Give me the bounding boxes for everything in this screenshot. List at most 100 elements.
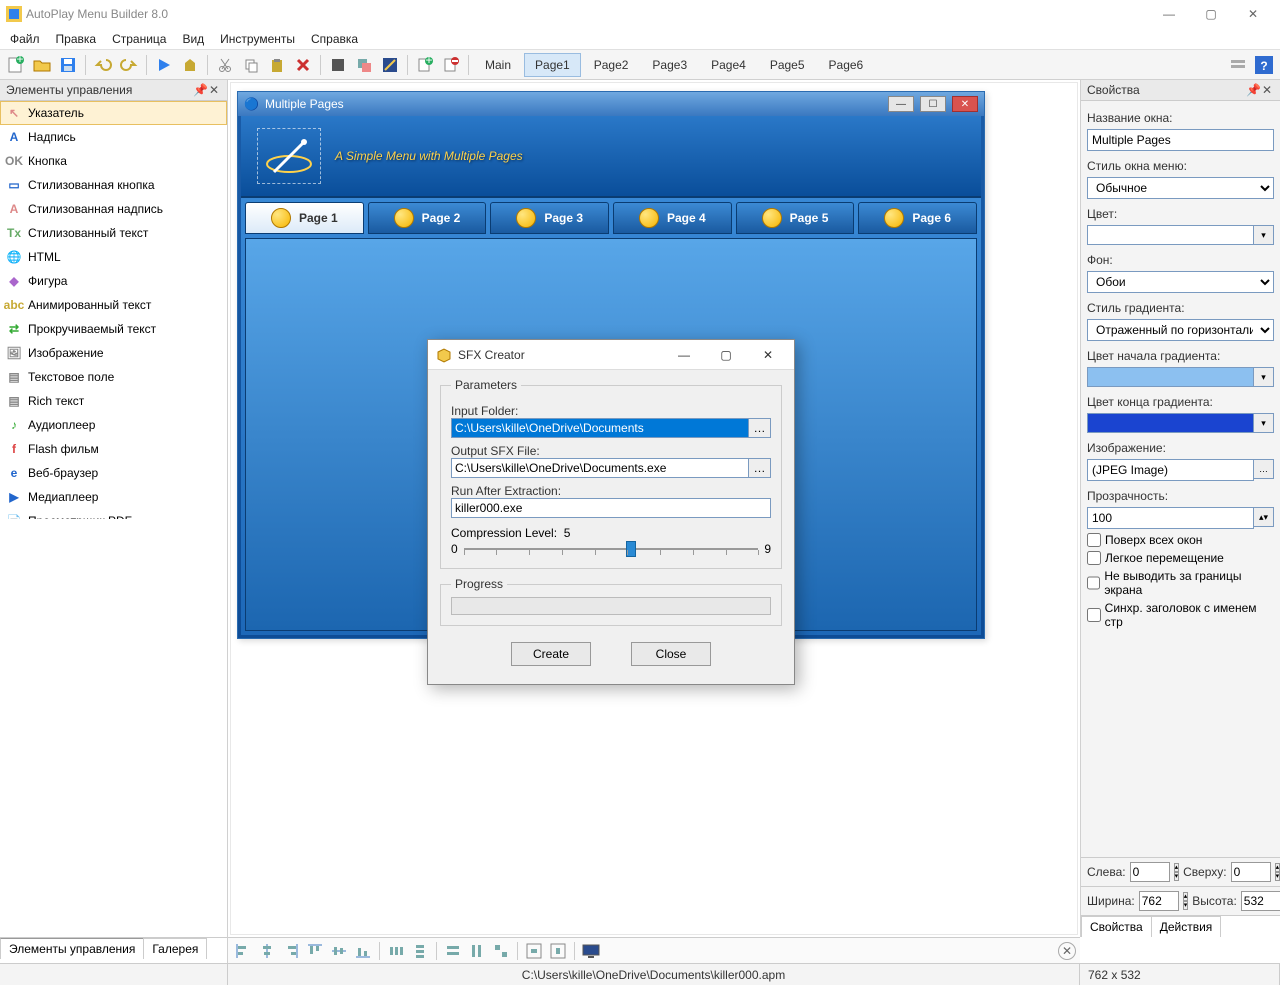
pin-icon[interactable]: 📌 bbox=[1246, 83, 1260, 97]
tool-item[interactable]: TxСтилизованный текст bbox=[0, 221, 227, 245]
image-browse[interactable]: … bbox=[1254, 459, 1274, 479]
distribute-h-button[interactable] bbox=[385, 941, 407, 961]
grad-start-dropdown[interactable]: ▾ bbox=[1254, 367, 1274, 387]
paste-button[interactable] bbox=[265, 53, 289, 77]
menu-view[interactable]: Вид bbox=[174, 30, 212, 48]
window-name-field[interactable] bbox=[1087, 129, 1274, 151]
align-vcenter-button[interactable] bbox=[328, 941, 350, 961]
tool-item[interactable]: OKКнопка bbox=[0, 149, 227, 173]
opacity-field[interactable] bbox=[1087, 507, 1254, 529]
tool-item[interactable]: ▭Стилизованная кнопка bbox=[0, 173, 227, 197]
grad-start-swatch[interactable] bbox=[1087, 367, 1254, 387]
preview-tab[interactable]: Page 5 bbox=[736, 202, 855, 234]
browse-input-button[interactable]: … bbox=[749, 418, 771, 438]
same-size-button[interactable] bbox=[490, 941, 512, 961]
align-top-button[interactable] bbox=[304, 941, 326, 961]
width-dim-field[interactable] bbox=[1139, 891, 1179, 911]
input-folder-field[interactable] bbox=[451, 418, 749, 438]
output-file-field[interactable] bbox=[451, 458, 749, 478]
pagetab-page3[interactable]: Page3 bbox=[641, 53, 698, 77]
pagetab-page5[interactable]: Page5 bbox=[759, 53, 816, 77]
help-button[interactable]: ? bbox=[1252, 53, 1276, 77]
close-button[interactable]: ✕ bbox=[1232, 0, 1274, 28]
preview-tab[interactable]: Page 1 bbox=[245, 202, 364, 234]
menu-page[interactable]: Страница bbox=[104, 30, 174, 48]
align-bottom-button[interactable] bbox=[352, 941, 374, 961]
preview-tab[interactable]: Page 4 bbox=[613, 202, 732, 234]
cut-button[interactable] bbox=[213, 53, 237, 77]
menu-file[interactable]: Файл bbox=[2, 30, 48, 48]
options-button[interactable] bbox=[378, 53, 402, 77]
tab-controls[interactable]: Элементы управления bbox=[0, 938, 144, 959]
synctitle-checkbox[interactable] bbox=[1087, 608, 1101, 622]
align-right-button[interactable] bbox=[280, 941, 302, 961]
topmost-checkbox[interactable] bbox=[1087, 533, 1101, 547]
tool-item[interactable]: 📄Просмотрщик PDF bbox=[0, 509, 227, 519]
pagetab-main[interactable]: Main bbox=[474, 53, 522, 77]
bringfront-button[interactable] bbox=[352, 53, 376, 77]
color-dropdown[interactable]: ▾ bbox=[1254, 225, 1274, 245]
offscreen-checkbox[interactable] bbox=[1087, 576, 1100, 590]
tool-item[interactable]: abcАнимированный текст bbox=[0, 293, 227, 317]
color-swatch[interactable] bbox=[1087, 225, 1254, 245]
props-button[interactable] bbox=[326, 53, 350, 77]
tool-item[interactable]: ▤Rich текст bbox=[0, 389, 227, 413]
grad-end-swatch[interactable] bbox=[1087, 413, 1254, 433]
delete-button[interactable] bbox=[291, 53, 315, 77]
align-hcenter-button[interactable] bbox=[256, 941, 278, 961]
sfx-titlebar[interactable]: SFX Creator — ▢ ✕ bbox=[428, 340, 794, 370]
tool-item[interactable]: AНадпись bbox=[0, 125, 227, 149]
left-dim-field[interactable] bbox=[1130, 862, 1170, 882]
tool-item[interactable]: ♪Аудиоплеер bbox=[0, 413, 227, 437]
minimize-button[interactable]: — bbox=[1148, 0, 1190, 28]
grad-end-dropdown[interactable]: ▾ bbox=[1254, 413, 1274, 433]
width-dim-spinner[interactable]: ▴▾ bbox=[1183, 892, 1189, 910]
tool-item[interactable]: fFlash фильм bbox=[0, 437, 227, 461]
pagetab-page4[interactable]: Page4 bbox=[700, 53, 757, 77]
maximize-button[interactable]: ▢ bbox=[1190, 0, 1232, 28]
distribute-v-button[interactable] bbox=[409, 941, 431, 961]
opacity-spinner[interactable]: ▴▾ bbox=[1254, 507, 1274, 527]
preview-tab[interactable]: Page 3 bbox=[490, 202, 609, 234]
preview-min-button[interactable]: — bbox=[888, 96, 914, 112]
tool-item[interactable]: AСтилизованная надпись bbox=[0, 197, 227, 221]
same-height-button[interactable] bbox=[466, 941, 488, 961]
tool-item[interactable]: eВеб-браузер bbox=[0, 461, 227, 485]
tool-item[interactable]: ▶Медиаплеер bbox=[0, 485, 227, 509]
create-button[interactable]: Create bbox=[511, 642, 591, 666]
grad-style-select[interactable]: Отраженный по горизонтали bbox=[1087, 319, 1274, 341]
close-icon[interactable]: ✕ bbox=[207, 83, 221, 97]
same-width-button[interactable] bbox=[442, 941, 464, 961]
delpage-button[interactable] bbox=[439, 53, 463, 77]
new-button[interactable]: + bbox=[4, 53, 28, 77]
tool-item[interactable]: ⇄Прокручиваемый текст bbox=[0, 317, 227, 341]
image-field[interactable] bbox=[1087, 459, 1254, 481]
run-button[interactable] bbox=[152, 53, 176, 77]
height-dim-field[interactable] bbox=[1241, 891, 1280, 911]
preview-close-button[interactable]: ✕ bbox=[952, 96, 978, 112]
tool-item[interactable]: 🌐HTML bbox=[0, 245, 227, 269]
copy-button[interactable] bbox=[239, 53, 263, 77]
preview-max-button[interactable]: ☐ bbox=[920, 96, 946, 112]
undo-button[interactable] bbox=[91, 53, 115, 77]
tool-item[interactable]: ▤Текстовое поле bbox=[0, 365, 227, 389]
sfx-maximize-button[interactable]: ▢ bbox=[708, 340, 744, 370]
pin-icon[interactable]: 📌 bbox=[193, 83, 207, 97]
center-v-button[interactable] bbox=[547, 941, 569, 961]
build-button[interactable] bbox=[178, 53, 202, 77]
easymove-checkbox[interactable] bbox=[1087, 551, 1101, 565]
close-icon[interactable]: ✕ bbox=[1260, 83, 1274, 97]
save-button[interactable] bbox=[56, 53, 80, 77]
pagetab-page1[interactable]: Page1 bbox=[524, 53, 581, 77]
menu-style-select[interactable]: Обычное bbox=[1087, 177, 1274, 199]
align-left-button[interactable] bbox=[232, 941, 254, 961]
compression-slider[interactable] bbox=[464, 540, 759, 558]
preview-titlebar[interactable]: 🔵 Multiple Pages — ☐ ✕ bbox=[238, 92, 984, 116]
tool-item[interactable]: ↖Указатель bbox=[0, 101, 227, 125]
close-align-button[interactable]: ✕ bbox=[1058, 942, 1076, 960]
left-dim-spinner[interactable]: ▴▾ bbox=[1174, 863, 1180, 881]
top-dim-spinner[interactable]: ▴▾ bbox=[1275, 863, 1280, 881]
menu-edit[interactable]: Правка bbox=[48, 30, 105, 48]
pagetab-page6[interactable]: Page6 bbox=[818, 53, 875, 77]
window-list-button[interactable] bbox=[1226, 53, 1250, 77]
